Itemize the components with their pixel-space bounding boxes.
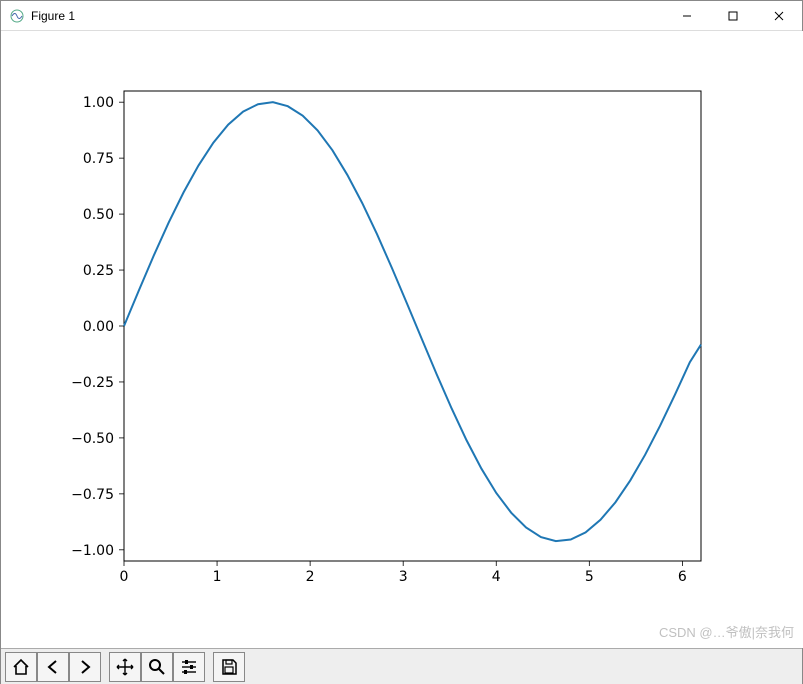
save-icon [220, 658, 238, 676]
ytick-label: −0.25 [71, 375, 114, 391]
app-icon [9, 8, 25, 24]
line-series [124, 102, 701, 541]
arrow-right-icon [76, 658, 94, 676]
xtick-label: 2 [306, 569, 315, 585]
maximize-button[interactable] [710, 1, 756, 31]
home-icon [12, 658, 30, 676]
pan-button[interactable] [109, 652, 141, 682]
ytick-label: −0.50 [71, 431, 114, 447]
ytick-label: 0.75 [83, 151, 114, 167]
sliders-icon [180, 658, 198, 676]
forward-button[interactable] [69, 652, 101, 682]
zoom-button[interactable] [141, 652, 173, 682]
xtick-label: 4 [492, 569, 501, 585]
xtick-label: 0 [120, 569, 129, 585]
plot-svg: 0 1 2 3 4 5 6 −1.00 −0.75 −0.50 −0.25 0.00 0.25 0.50 0… [1, 31, 803, 648]
xtick-label: 3 [399, 569, 408, 585]
xtick-label: 6 [678, 569, 687, 585]
ytick-label: 0.00 [83, 319, 114, 335]
configure-button[interactable] [173, 652, 205, 682]
ytick-label: 1.00 [83, 95, 114, 111]
ytick-label: −1.00 [71, 543, 114, 559]
minimize-button[interactable] [664, 1, 710, 31]
close-button[interactable] [756, 1, 802, 31]
axes-frame [124, 91, 701, 561]
xtick-label: 5 [585, 569, 594, 585]
ytick-label: 0.25 [83, 263, 114, 279]
figure-canvas[interactable]: 0 1 2 3 4 5 6 −1.00 −0.75 −0.50 −0.25 0.00 0.25 0.50 0… [1, 31, 803, 648]
matplotlib-toolbar [1, 648, 802, 684]
back-button[interactable] [37, 652, 69, 682]
toolbar-separator [101, 652, 109, 682]
window-title: Figure 1 [31, 9, 75, 23]
home-button[interactable] [5, 652, 37, 682]
xtick-label: 1 [213, 569, 222, 585]
arrow-left-icon [44, 658, 62, 676]
toolbar-separator [205, 652, 213, 682]
move-icon [116, 658, 134, 676]
zoom-icon [148, 658, 166, 676]
ytick-label: 0.50 [83, 207, 114, 223]
window-titlebar: Figure 1 [1, 1, 802, 31]
save-button[interactable] [213, 652, 245, 682]
ytick-label: −0.75 [71, 487, 114, 503]
